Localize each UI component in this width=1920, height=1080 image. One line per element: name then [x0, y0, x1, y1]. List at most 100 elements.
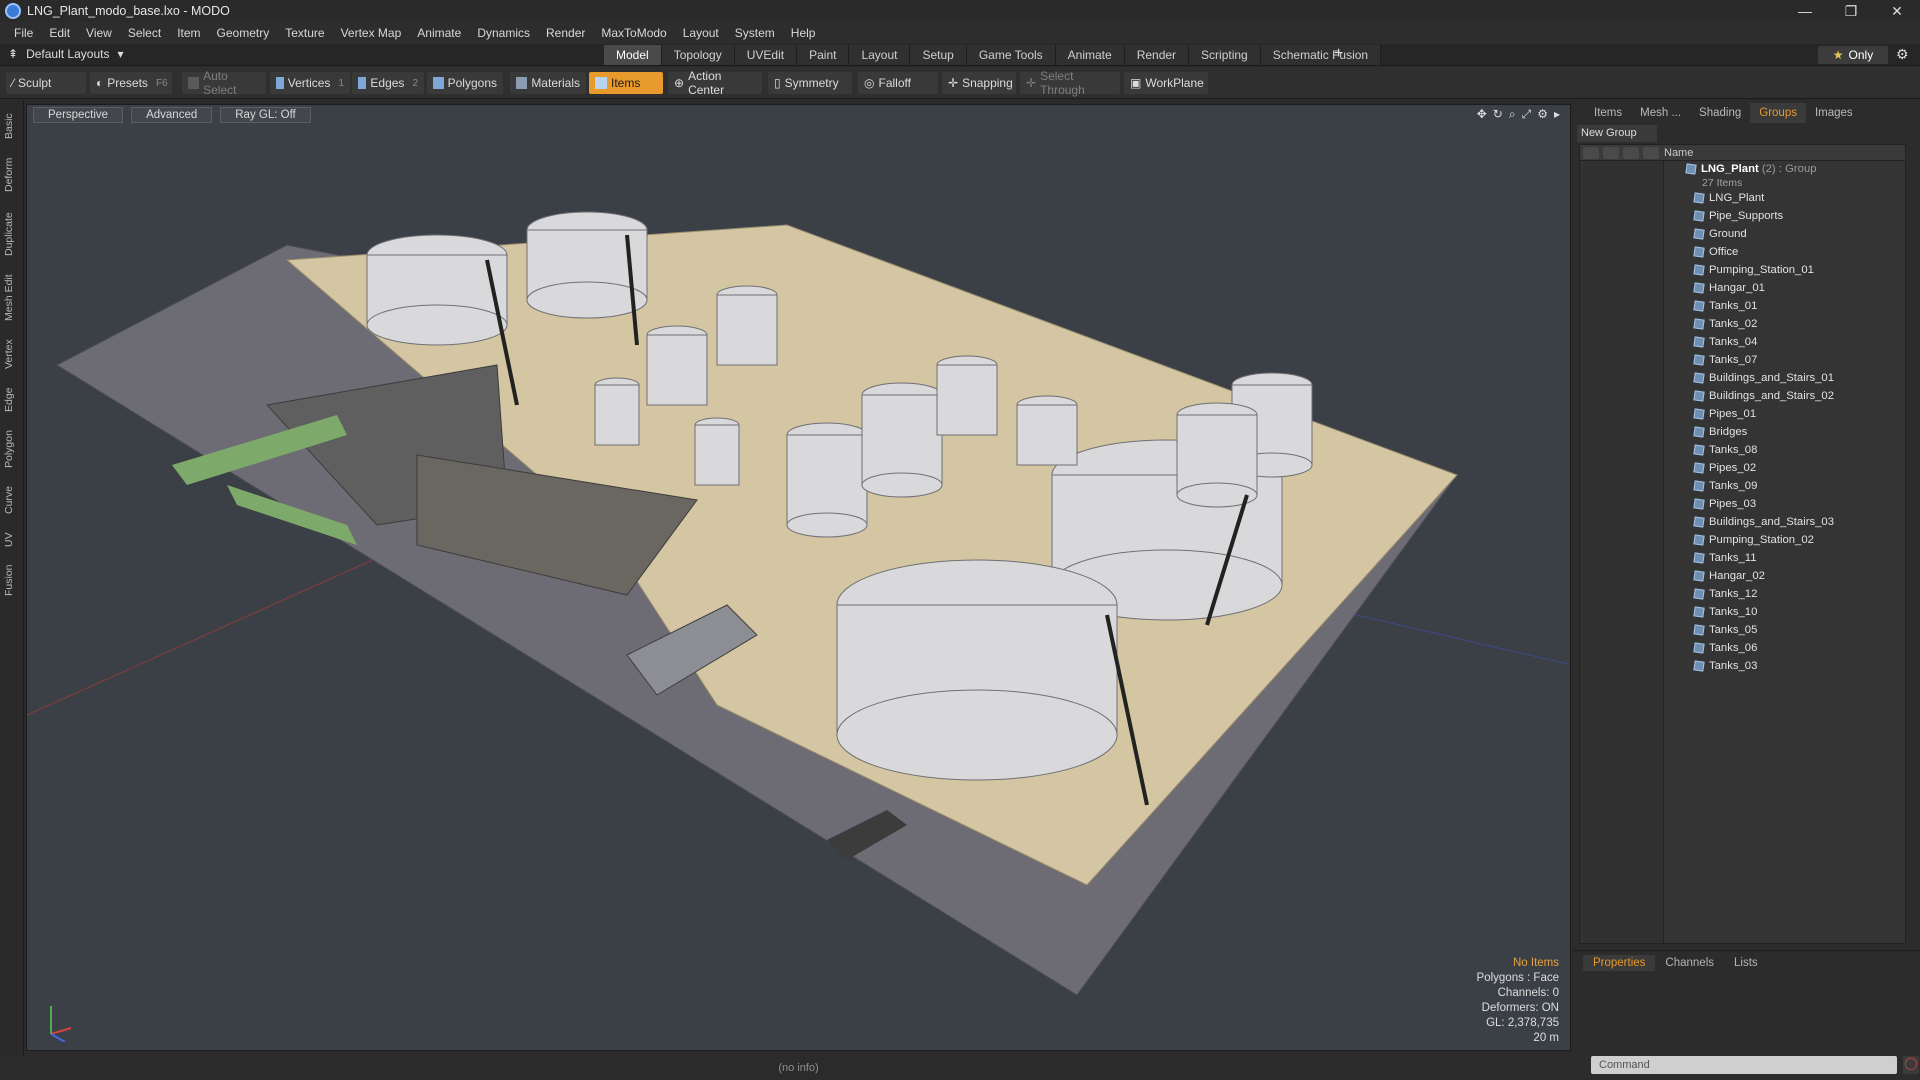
minimize-button[interactable]: —	[1782, 0, 1828, 22]
only-toggle[interactable]: ★ Only	[1818, 46, 1888, 64]
close-button[interactable]: ✕	[1874, 0, 1920, 22]
edges-button[interactable]: Edges 2	[352, 72, 424, 94]
tab-paint[interactable]: Paint	[797, 45, 850, 65]
group-item-row[interactable]: Pipes_02	[1693, 459, 1756, 477]
tab-setup[interactable]: Setup	[910, 45, 967, 65]
tab-mesh[interactable]: Mesh ...	[1631, 103, 1690, 123]
add-tab-button[interactable]: +	[1334, 45, 1343, 63]
tab-polygon[interactable]: Polygon	[3, 424, 21, 474]
menu-select[interactable]: Select	[120, 26, 169, 40]
tab-properties[interactable]: Properties	[1583, 955, 1656, 971]
group-item-row[interactable]: Tanks_03	[1693, 657, 1757, 675]
tab-duplicate[interactable]: Duplicate	[3, 204, 21, 264]
gear-icon[interactable]: ⚙	[1896, 46, 1909, 63]
group-item-row[interactable]: Buildings_and_Stairs_01	[1693, 369, 1834, 387]
falloff-button[interactable]: ◎ Falloff	[858, 72, 938, 94]
menu-item[interactable]: Item	[169, 26, 208, 40]
tab-game-tools[interactable]: Game Tools	[966, 45, 1056, 65]
tab-uvedit[interactable]: UVEdit	[734, 45, 798, 65]
presets-button[interactable]: ◐ Presets F6	[90, 72, 172, 94]
group-item-row[interactable]: Hangar_01	[1693, 279, 1765, 297]
menu-texture[interactable]: Texture	[277, 26, 332, 40]
menu-file[interactable]: File	[6, 26, 41, 40]
polygons-button[interactable]: Polygons	[427, 72, 503, 94]
tab-groups[interactable]: Groups	[1750, 103, 1806, 123]
auto-select-button[interactable]: Auto Select	[182, 69, 266, 97]
tab-curve[interactable]: Curve	[3, 478, 21, 522]
select-icon[interactable]	[1643, 146, 1659, 159]
tab-fusion[interactable]: Fusion	[3, 558, 21, 602]
tab-edge[interactable]: Edge	[3, 380, 21, 420]
group-item-row[interactable]: Buildings_and_Stairs_02	[1693, 387, 1834, 405]
pan-icon[interactable]: ✥	[1477, 107, 1487, 122]
tab-scripting[interactable]: Scripting	[1189, 45, 1261, 65]
tab-channels[interactable]: Channels	[1655, 955, 1724, 971]
tab-model[interactable]: Model	[604, 45, 662, 65]
menu-layout[interactable]: Layout	[675, 26, 727, 40]
vertices-button[interactable]: Vertices 1	[270, 72, 350, 94]
symmetry-button[interactable]: ▯ Symmetry	[768, 72, 852, 94]
group-item-row[interactable]: Tanks_08	[1693, 441, 1757, 459]
menu-view[interactable]: View	[78, 26, 120, 40]
tab-topology[interactable]: Topology	[661, 45, 735, 65]
group-item-row[interactable]: Tanks_11	[1693, 549, 1757, 567]
menu-render[interactable]: Render	[538, 26, 593, 40]
tab-uv[interactable]: UV	[3, 526, 21, 554]
tab-shading[interactable]: Shading	[1690, 103, 1750, 123]
fit-icon[interactable]: ⤢	[1522, 107, 1532, 122]
tab-mesh-edit[interactable]: Mesh Edit	[3, 268, 21, 328]
group-item-row[interactable]: Tanks_02	[1693, 315, 1757, 333]
group-item-row[interactable]: Pumping_Station_01	[1693, 261, 1814, 279]
group-item-row[interactable]: Hangar_02	[1693, 567, 1765, 585]
3d-viewport[interactable]: Perspective Advanced Ray GL: Off ✥ ↻ ⌕ ⤢…	[26, 104, 1571, 1051]
new-group-button[interactable]: New Group	[1577, 125, 1657, 142]
sculpt-button[interactable]: ⁄ Sculpt	[6, 72, 86, 94]
advanced-button[interactable]: Advanced	[131, 107, 213, 123]
group-item-row[interactable]: Tanks_10	[1693, 603, 1757, 621]
group-item-row[interactable]: Tanks_07	[1693, 351, 1757, 369]
maximize-button[interactable]: ❐	[1828, 0, 1874, 22]
tab-images[interactable]: Images	[1806, 103, 1862, 123]
viewport-gear-icon[interactable]: ⚙	[1537, 107, 1548, 122]
rotate-icon[interactable]: ↻	[1493, 107, 1503, 122]
tab-layout[interactable]: Layout	[849, 45, 911, 65]
command-input[interactable]: Command	[1591, 1056, 1897, 1074]
group-item-row[interactable]: Ground	[1693, 225, 1747, 243]
snapping-button[interactable]: ✛ Snapping	[942, 72, 1016, 94]
menu-animate[interactable]: Animate	[409, 26, 469, 40]
tab-lists[interactable]: Lists	[1724, 955, 1768, 971]
group-item-row[interactable]: Tanks_04	[1693, 333, 1757, 351]
group-item-row[interactable]: Tanks_12	[1693, 585, 1757, 603]
group-item-row[interactable]: Buildings_and_Stairs_03	[1693, 513, 1834, 531]
group-item-row[interactable]: LNG_Plant	[1693, 189, 1764, 207]
ray-gl-button[interactable]: Ray GL: Off	[220, 107, 311, 123]
expand-arrow-icon[interactable]: ▸	[1554, 107, 1560, 122]
menu-maxtomodo[interactable]: MaxToModo	[593, 26, 674, 40]
perspective-button[interactable]: Perspective	[33, 107, 124, 123]
tab-schematic-fusion[interactable]: Schematic Fusion	[1260, 45, 1382, 65]
group-item-row[interactable]: Tanks_06	[1693, 639, 1757, 657]
tab-vertex[interactable]: Vertex	[3, 332, 21, 376]
action-center-button[interactable]: ⊕ Action Center	[668, 69, 762, 97]
materials-button[interactable]: Materials	[510, 72, 586, 94]
layout-dropdown[interactable]: ⇞ Default Layouts ▾	[8, 47, 123, 61]
group-item-row[interactable]: Bridges	[1693, 423, 1747, 441]
tab-items[interactable]: Items	[1585, 103, 1631, 123]
group-item-row[interactable]: Tanks_09	[1693, 477, 1757, 495]
group-item-row[interactable]: Office	[1693, 243, 1738, 261]
tab-render[interactable]: Render	[1124, 45, 1190, 65]
tab-deform[interactable]: Deform	[3, 150, 21, 200]
menu-system[interactable]: System	[727, 26, 783, 40]
group-item-row[interactable]: Pumping_Station_02	[1693, 531, 1814, 549]
group-item-row[interactable]: Tanks_01	[1693, 297, 1757, 315]
group-item-row[interactable]: Pipes_01	[1693, 405, 1756, 423]
render-icon[interactable]	[1603, 146, 1619, 159]
eye-icon[interactable]	[1583, 146, 1599, 159]
workplane-button[interactable]: ▣ WorkPlane	[1124, 72, 1208, 94]
menu-help[interactable]: Help	[783, 26, 824, 40]
items-button[interactable]: Items	[589, 72, 663, 94]
menu-dynamics[interactable]: Dynamics	[469, 26, 538, 40]
command-run-icon[interactable]: ◯	[1903, 1056, 1919, 1074]
zoom-icon[interactable]: ⌕	[1509, 107, 1516, 122]
select-through-button[interactable]: ✛ Select Through	[1020, 69, 1120, 97]
